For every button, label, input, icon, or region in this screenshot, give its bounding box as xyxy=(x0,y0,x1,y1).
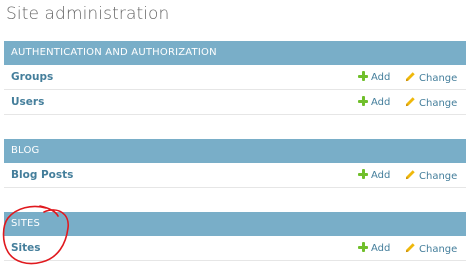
change-users-button[interactable]: Change xyxy=(405,96,457,109)
pencil-icon xyxy=(405,243,415,253)
model-row-users: Users Add Change xyxy=(4,90,466,115)
add-sites-button[interactable]: Add xyxy=(358,242,390,254)
change-blog-posts-button[interactable]: Change xyxy=(405,169,457,182)
plus-icon xyxy=(358,71,368,81)
add-label: Add xyxy=(371,72,391,83)
module-blog: BLOG Blog Posts Add Change xyxy=(4,139,466,188)
page-title: Site administration xyxy=(6,4,170,24)
model-row-groups: Groups Add Change xyxy=(4,65,466,90)
model-row-blog-posts: Blog Posts Add Change xyxy=(4,163,466,188)
change-groups-button[interactable]: Change xyxy=(405,71,457,84)
model-link-groups[interactable]: Groups xyxy=(11,71,53,83)
module-caption[interactable]: BLOG xyxy=(4,139,466,163)
module-caption[interactable]: AUTHENTICATION AND AUTHORIZATION xyxy=(4,41,466,65)
module-sites: SITES Sites Add Change xyxy=(4,212,466,261)
change-label: Change xyxy=(419,98,458,109)
add-groups-button[interactable]: Add xyxy=(358,71,390,83)
plus-icon xyxy=(358,169,368,179)
pencil-icon xyxy=(405,72,415,82)
change-label: Change xyxy=(419,73,458,84)
change-label: Change xyxy=(419,244,458,255)
model-link-users[interactable]: Users xyxy=(11,96,44,108)
model-link-blog-posts[interactable]: Blog Posts xyxy=(11,169,73,181)
add-blog-posts-button[interactable]: Add xyxy=(358,169,390,181)
module-caption[interactable]: SITES xyxy=(4,212,466,236)
add-label: Add xyxy=(371,243,391,254)
add-label: Add xyxy=(371,97,391,108)
model-row-sites: Sites Add Change xyxy=(4,236,466,261)
change-label: Change xyxy=(419,171,458,182)
change-sites-button[interactable]: Change xyxy=(405,242,457,255)
add-users-button[interactable]: Add xyxy=(358,96,390,108)
pencil-icon xyxy=(405,170,415,180)
add-label: Add xyxy=(371,170,391,181)
pencil-icon xyxy=(405,97,415,107)
plus-icon xyxy=(358,96,368,106)
module-auth: AUTHENTICATION AND AUTHORIZATION Groups … xyxy=(4,41,466,115)
model-link-sites[interactable]: Sites xyxy=(11,242,41,254)
plus-icon xyxy=(358,242,368,252)
